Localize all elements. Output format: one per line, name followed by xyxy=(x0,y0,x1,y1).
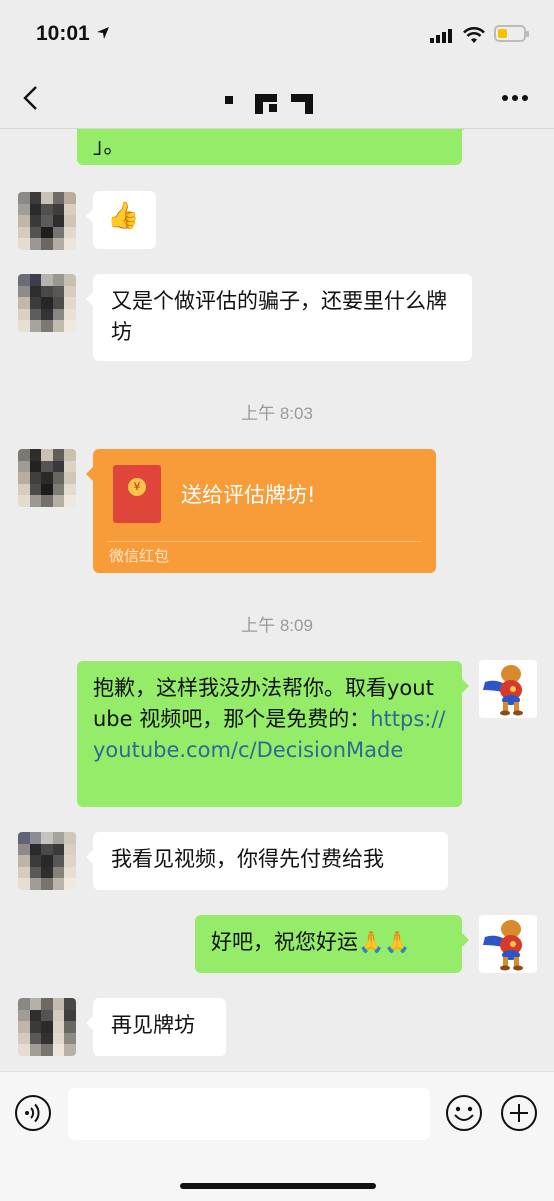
red-packet-label: 微信红包 xyxy=(109,547,170,565)
coin-icon: ¥ xyxy=(128,478,146,496)
avatar[interactable] xyxy=(479,660,537,718)
message-text: 又是个做评估的骗子，还要里什么牌坊 xyxy=(111,289,447,344)
status-time: 10:01 xyxy=(36,22,90,45)
wifi-icon xyxy=(463,27,485,43)
thumbs-up-emoji: 👍 xyxy=(107,201,140,231)
message-bubble-outgoing[interactable]: 」。 xyxy=(77,129,469,165)
divider xyxy=(107,541,422,542)
message-input[interactable] xyxy=(68,1088,430,1140)
message-bubble-incoming[interactable]: 再见牌坊 xyxy=(86,998,226,1056)
message-text: 」。 xyxy=(93,134,125,158)
home-indicator[interactable] xyxy=(180,1183,376,1189)
voice-icon[interactable] xyxy=(14,1094,52,1132)
message-bubble-outgoing[interactable]: 抱歉，这样我没办法帮你。取看youtube 视频吧，那个是免费的：https:/… xyxy=(77,661,469,807)
avatar[interactable] xyxy=(479,915,537,973)
message-timestamp: 上午 8:09 xyxy=(241,616,313,635)
message-bubble-outgoing[interactable]: 好吧，祝您好运🙏🙏 xyxy=(195,915,469,973)
message-bubble-incoming[interactable]: 又是个做评估的骗子，还要里什么牌坊 xyxy=(86,274,472,361)
avatar[interactable] xyxy=(18,832,76,890)
message-text: 好吧，祝您好运🙏🙏 xyxy=(211,930,411,954)
red-packet-message[interactable]: ¥ 送给评估牌坊! 微信红包 xyxy=(86,449,436,573)
message-bubble-incoming[interactable]: 我看见视频，你得先付费给我 xyxy=(86,832,448,890)
red-envelope-icon: ¥ xyxy=(113,465,161,523)
redacted-contact-name xyxy=(225,94,313,114)
message-timestamp: 上午 8:03 xyxy=(241,404,313,423)
message-text: 我看见视频，你得先付费给我 xyxy=(111,847,384,871)
input-bar xyxy=(0,1071,554,1201)
avatar[interactable] xyxy=(18,274,76,332)
status-bar: 10:01 xyxy=(0,0,554,70)
avatar[interactable] xyxy=(18,998,76,1056)
chat-header xyxy=(0,70,554,129)
message-text: 再见牌坊 xyxy=(111,1013,195,1037)
chevron-left-icon[interactable] xyxy=(18,84,46,112)
red-packet-title: 送给评估牌坊! xyxy=(181,483,316,507)
cellular-signal-icon xyxy=(430,29,452,43)
plus-icon[interactable] xyxy=(500,1094,538,1132)
cartoon-hero-avatar-icon xyxy=(483,920,523,971)
message-bubble-incoming[interactable]: 👍 xyxy=(86,191,156,249)
avatar[interactable] xyxy=(18,192,76,250)
avatar[interactable] xyxy=(18,449,76,507)
ellipsis-icon[interactable] xyxy=(500,88,530,108)
location-arrow-icon xyxy=(97,27,109,39)
emoji-icon[interactable] xyxy=(445,1094,483,1132)
cartoon-hero-avatar-icon xyxy=(483,665,523,716)
message-list[interactable]: 」。 👍 又是个做评估的骗子，还要里什么牌坊 上午 8:03 ¥ 送给评估牌坊! xyxy=(0,129,554,1071)
battery-icon xyxy=(494,25,529,42)
